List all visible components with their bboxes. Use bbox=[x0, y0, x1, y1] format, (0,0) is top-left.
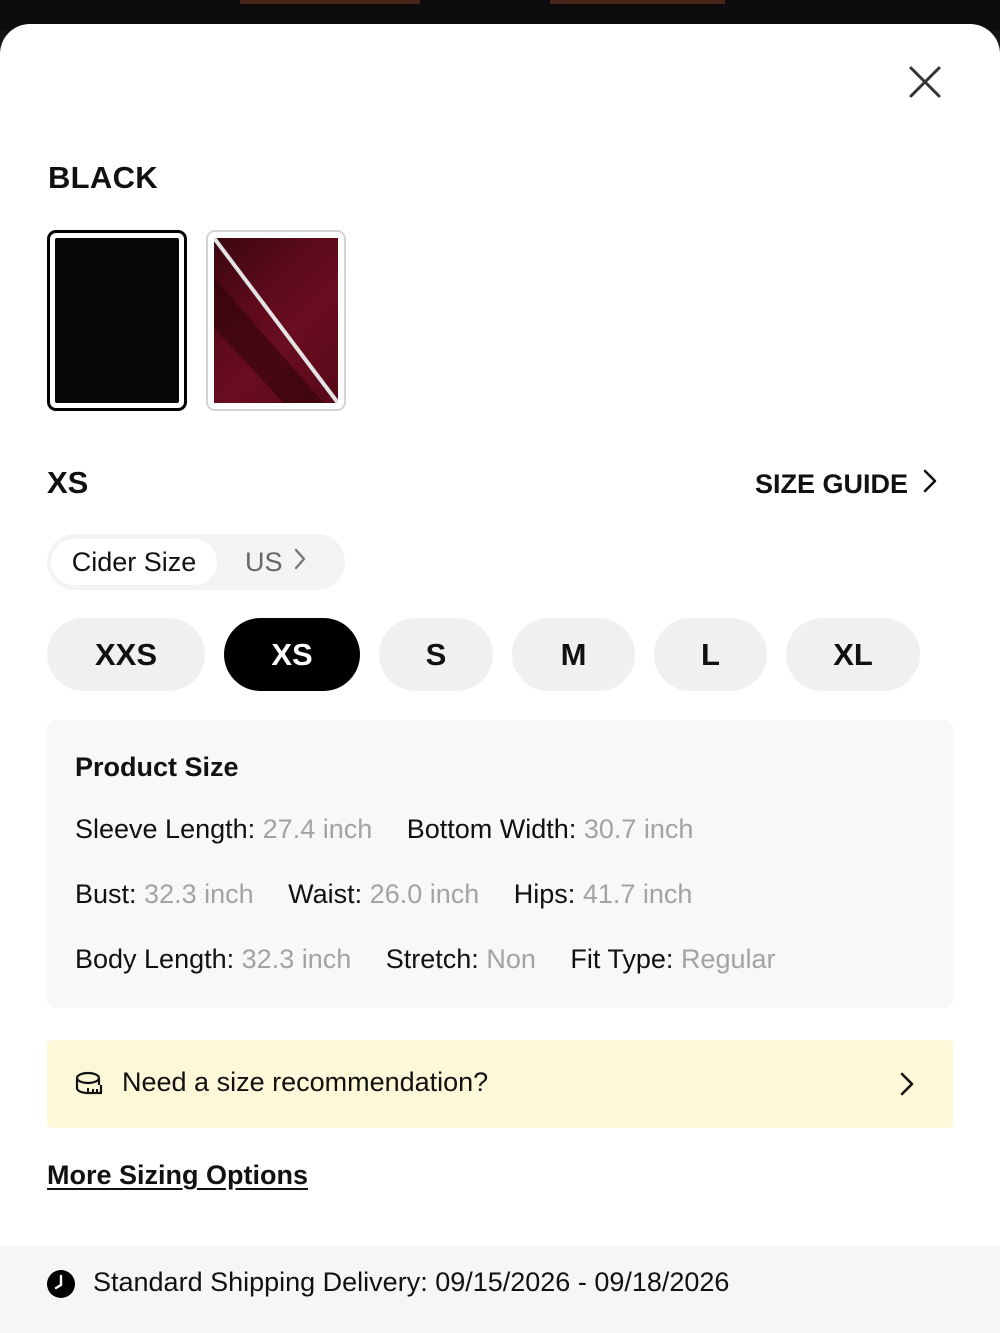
measurement-label: Bottom Width: bbox=[406, 814, 577, 844]
measurement-label: Sleeve Length: bbox=[75, 814, 256, 844]
size-guide-link[interactable]: SIZE GUIDE bbox=[755, 468, 938, 501]
measurement-row: Body Length: 32.3 inch Stretch: Non Fit … bbox=[75, 944, 803, 975]
size-option-m[interactable]: M bbox=[512, 618, 635, 691]
unavailable-slash-icon bbox=[214, 238, 338, 403]
measurement-value: 41.7 inch bbox=[582, 879, 693, 909]
measurement-row: Bust: 32.3 inch Waist: 26.0 inch Hips: 4… bbox=[75, 879, 719, 910]
measurement-fit-type: Fit Type: Regular bbox=[570, 944, 775, 975]
selected-size-label: XS bbox=[47, 465, 89, 500]
size-option-xs[interactable]: XS bbox=[224, 618, 360, 691]
measurement-value: 27.4 inch bbox=[262, 814, 373, 844]
swatch-image bbox=[214, 238, 338, 403]
measurement-label: Waist: bbox=[288, 879, 363, 909]
measurement-value: 26.0 inch bbox=[369, 879, 480, 909]
measurement-label: Hips: bbox=[513, 879, 576, 909]
close-button[interactable] bbox=[903, 60, 947, 104]
size-recommendation-text: Need a size recommendation? bbox=[122, 1067, 489, 1097]
chevron-right-icon bbox=[293, 539, 307, 585]
measurement-stretch: Stretch: Non bbox=[386, 944, 536, 975]
size-system-us[interactable]: US bbox=[245, 539, 307, 585]
more-sizing-options-link[interactable]: More Sizing Options bbox=[47, 1160, 308, 1191]
background-image-edge bbox=[240, 0, 420, 4]
clock-icon bbox=[46, 1269, 76, 1304]
measurement-bust: Bust: 32.3 inch bbox=[75, 879, 254, 910]
measurement-body-length: Body Length: 32.3 inch bbox=[75, 944, 351, 975]
size-selector-sheet: BLACK XS SIZE GUIDE Cider Size US XXS XS… bbox=[0, 24, 1000, 1333]
size-recommendation-banner[interactable]: Need a size recommendation? bbox=[47, 1040, 953, 1128]
shipping-delivery-text: Standard Shipping Delivery: 09/15/2026 -… bbox=[93, 1267, 730, 1297]
size-guide-label: SIZE GUIDE bbox=[755, 469, 909, 499]
measurement-label: Bust: bbox=[75, 879, 137, 909]
measurement-value: Non bbox=[486, 944, 536, 974]
measurement-value: Regular bbox=[680, 944, 776, 974]
product-size-panel: Product Size Sleeve Length: 27.4 inch Bo… bbox=[47, 720, 953, 1008]
size-option-s[interactable]: S bbox=[379, 618, 493, 691]
color-swatch-wine-red[interactable] bbox=[206, 230, 346, 411]
selected-color-name: BLACK bbox=[48, 160, 158, 195]
measurement-label: Stretch: bbox=[385, 944, 479, 974]
product-size-title: Product Size bbox=[75, 752, 239, 782]
close-icon bbox=[909, 66, 941, 98]
shipping-info-bar: Standard Shipping Delivery: 09/15/2026 -… bbox=[0, 1246, 1000, 1333]
chevron-right-icon bbox=[899, 1071, 915, 1102]
measurement-label: Fit Type: bbox=[570, 944, 674, 974]
measurement-bottom-width: Bottom Width: 30.7 inch bbox=[407, 814, 694, 845]
measurement-waist: Waist: 26.0 inch bbox=[288, 879, 479, 910]
measurement-value: 32.3 inch bbox=[241, 944, 352, 974]
measurement-value: 32.3 inch bbox=[144, 879, 254, 909]
measurement-value: 30.7 inch bbox=[583, 814, 694, 844]
measurement-label: Body Length: bbox=[75, 944, 235, 974]
size-system-cider[interactable]: Cider Size bbox=[51, 539, 217, 585]
measurement-hips: Hips: 41.7 inch bbox=[514, 879, 693, 910]
swatch-image bbox=[55, 238, 179, 403]
measuring-tape-icon bbox=[75, 1071, 103, 1102]
background-image-edge bbox=[550, 0, 725, 4]
color-swatch-black[interactable] bbox=[47, 230, 187, 411]
size-option-xl[interactable]: XL bbox=[786, 618, 920, 691]
size-option-xxs[interactable]: XXS bbox=[47, 618, 205, 691]
size-system-us-label: US bbox=[245, 547, 283, 577]
measurement-row: Sleeve Length: 27.4 inch Bottom Width: 3… bbox=[75, 814, 720, 845]
size-system-toggle: Cider Size US bbox=[47, 534, 345, 590]
size-option-l[interactable]: L bbox=[654, 618, 767, 691]
chevron-right-icon bbox=[922, 468, 938, 501]
measurement-sleeve-length: Sleeve Length: 27.4 inch bbox=[75, 814, 372, 845]
